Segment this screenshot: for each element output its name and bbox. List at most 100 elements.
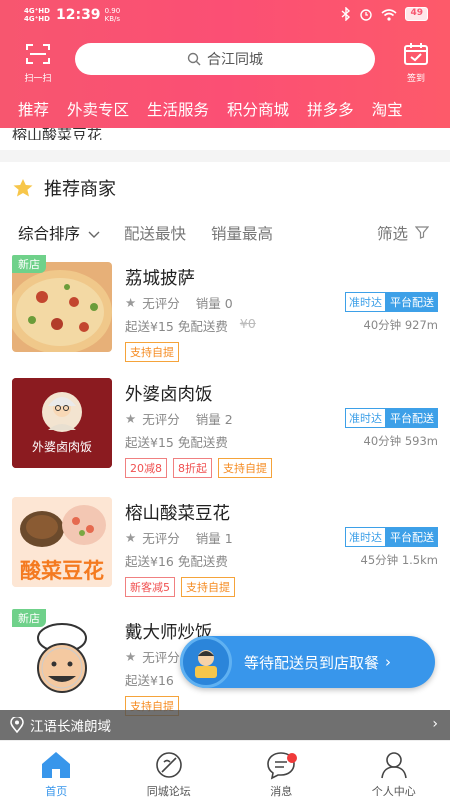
category-tab-pinduoduo[interactable]: 拼多多 <box>307 98 354 124</box>
star-icon <box>13 179 33 197</box>
shop-image-douhua: 酸菜豆花 <box>12 497 112 587</box>
time-distance: 45分钟 1.5km <box>360 553 438 567</box>
delivery-status-text: 等待配送员到店取餐 <box>244 653 380 672</box>
filter-button[interactable]: 筛选 <box>377 222 430 244</box>
bottom-tab-bar: 首页 同城论坛 消息 个人中心 <box>0 740 450 800</box>
shop-image-pizza <box>12 262 112 352</box>
discount-tag: 20减8 <box>125 458 167 478</box>
courier-avatar-icon <box>180 636 232 688</box>
category-nav: 推荐 外卖专区 生活服务 积分商城 拼多多 淘宝 <box>0 98 450 124</box>
star-icon: ★ <box>125 530 137 545</box>
star-icon: ★ <box>125 411 137 426</box>
home-icon <box>42 752 71 778</box>
tab-forum[interactable]: 同城论坛 <box>113 741 226 800</box>
discount-tag: 8折起 <box>173 458 212 478</box>
shop-fee-row: 起送¥15 免配送费 ¥0 <box>125 316 256 334</box>
shop-card[interactable]: 外婆卤肉饭 外婆卤肉饭 ★ 无评分 销量 2 起送¥15 免配送费 准时达 平台… <box>0 378 450 498</box>
clock: 12:39 <box>55 7 101 23</box>
scan-icon <box>26 44 50 64</box>
shop-name: 榕山酸菜豆花 <box>125 504 230 524</box>
shop-tags: 支持自提 <box>125 342 179 362</box>
shop-tags: 新客减5 支持自提 <box>125 577 235 597</box>
category-tab-life-service[interactable]: 生活服务 <box>147 98 209 124</box>
sort-sales[interactable]: 销量最高 <box>211 222 273 244</box>
category-tab-takeout[interactable]: 外卖专区 <box>67 98 129 124</box>
ontime-badge: 准时达 <box>345 292 386 312</box>
tab-messages[interactable]: 消息 <box>225 741 338 800</box>
tab-home[interactable]: 首页 <box>0 741 113 800</box>
time-distance: 40分钟 927m <box>363 318 438 332</box>
discount-tag: 新客减5 <box>125 577 175 597</box>
network-speed: 0.90 KB/s <box>104 7 121 23</box>
delivery-badges: 准时达 平台配送 <box>345 408 438 428</box>
checkin-button[interactable]: 签到 <box>400 42 432 84</box>
battery-indicator: 49 <box>405 7 428 21</box>
sort-default[interactable]: 综合排序 <box>18 222 100 244</box>
shop-card[interactable]: 新店 荔城披萨 ★ 无评分 销量 0 起送¥15 免配送费 ¥0 准时达 平台配… <box>0 255 450 382</box>
search-icon <box>187 52 201 66</box>
platform-delivery-badge: 平台配送 <box>386 527 438 547</box>
sort-fastest[interactable]: 配送最快 <box>124 222 186 244</box>
section-header: 推荐商家 <box>12 175 116 201</box>
shop-image-logo: 外婆卤肉饭 <box>12 378 112 468</box>
platform-delivery-badge: 平台配送 <box>386 408 438 428</box>
new-shop-tag: 新店 <box>12 255 46 273</box>
shop-image-caption: 外婆卤肉饭 <box>31 440 92 454</box>
ontime-badge: 准时达 <box>345 527 386 547</box>
wifi-icon <box>381 8 397 21</box>
pickup-tag: 支持自提 <box>181 577 235 597</box>
location-pin-icon <box>10 717 24 733</box>
previous-item-text: 榕山酸菜豆花 <box>12 128 103 140</box>
chevron-right-icon: › <box>385 653 392 671</box>
scan-button[interactable]: 扫一扫 <box>18 42 58 84</box>
unread-dot <box>287 753 297 763</box>
filter-icon <box>414 226 430 239</box>
shop-rating-row: ★ 无评分 销量 2 <box>125 411 233 427</box>
new-shop-tag: 新店 <box>12 609 46 627</box>
app-header: 4G⁺HD 4G⁺HD 12:39 0.90 KB/s 49 扫一扫 合江同城 <box>0 0 450 128</box>
shop-fee-row: 起送¥15 免配送费 <box>125 435 228 450</box>
star-icon: ★ <box>125 295 137 310</box>
category-tab-recommend[interactable]: 推荐 <box>18 98 49 124</box>
section-divider <box>0 150 450 162</box>
pickup-tag: 支持自提 <box>218 458 272 478</box>
delivery-badges: 准时达 平台配送 <box>345 527 438 547</box>
alarm-icon <box>360 9 373 21</box>
search-placeholder: 合江同城 <box>207 52 263 68</box>
network-indicator: 4G⁺HD 4G⁺HD <box>24 7 50 23</box>
category-tab-points-mall[interactable]: 积分商城 <box>227 98 289 124</box>
chevron-down-icon <box>88 231 100 238</box>
shop-card[interactable]: 酸菜豆花 榕山酸菜豆花 ★ 无评分 销量 1 起送¥16 免配送费 准时达 平台… <box>0 497 450 617</box>
delivery-badges: 准时达 平台配送 <box>345 292 438 312</box>
sort-bar: 综合排序 配送最快 销量最高 筛选 <box>0 220 450 246</box>
shop-name: 荔城披萨 <box>125 269 195 289</box>
checkin-label: 签到 <box>406 74 425 84</box>
star-icon: ★ <box>125 649 137 664</box>
location-bar[interactable]: 江语长滩朗域 › <box>0 710 450 740</box>
section-title: 推荐商家 <box>44 179 116 200</box>
tab-profile[interactable]: 个人中心 <box>338 741 450 800</box>
shop-fee-row: 起送¥16 免配送费 <box>125 554 228 569</box>
user-icon <box>380 752 407 779</box>
chevron-right-icon: › <box>432 716 438 732</box>
pickup-tag: 支持自提 <box>125 342 179 362</box>
ontime-badge: 准时达 <box>345 408 386 428</box>
bluetooth-icon <box>342 7 351 21</box>
calendar-check-icon <box>404 43 428 65</box>
shop-name: 外婆卤肉饭 <box>125 385 213 405</box>
category-tab-taobao[interactable]: 淘宝 <box>372 98 403 124</box>
location-text: 江语长滩朗域 <box>30 719 111 735</box>
shop-rating-row: ★ 无评分 销量 1 <box>125 530 233 546</box>
delivery-status-banner[interactable]: 等待配送员到店取餐 › <box>180 636 435 688</box>
shop-image-caption: 酸菜豆花 <box>20 559 104 583</box>
platform-delivery-badge: 平台配送 <box>386 292 438 312</box>
shop-rating-row: ★ 无评分 <box>125 649 180 665</box>
shop-image-chef <box>12 616 112 706</box>
shop-rating-row: ★ 无评分 销量 0 <box>125 295 233 311</box>
forum-icon <box>155 752 182 778</box>
time-distance: 40分钟 593m <box>363 434 438 448</box>
shop-tags: 20减8 8折起 支持自提 <box>125 458 272 478</box>
shop-fee-row: 起送¥16 <box>125 673 174 688</box>
scan-label: 扫一扫 <box>24 74 52 84</box>
search-bar[interactable]: 合江同城 <box>75 43 375 75</box>
